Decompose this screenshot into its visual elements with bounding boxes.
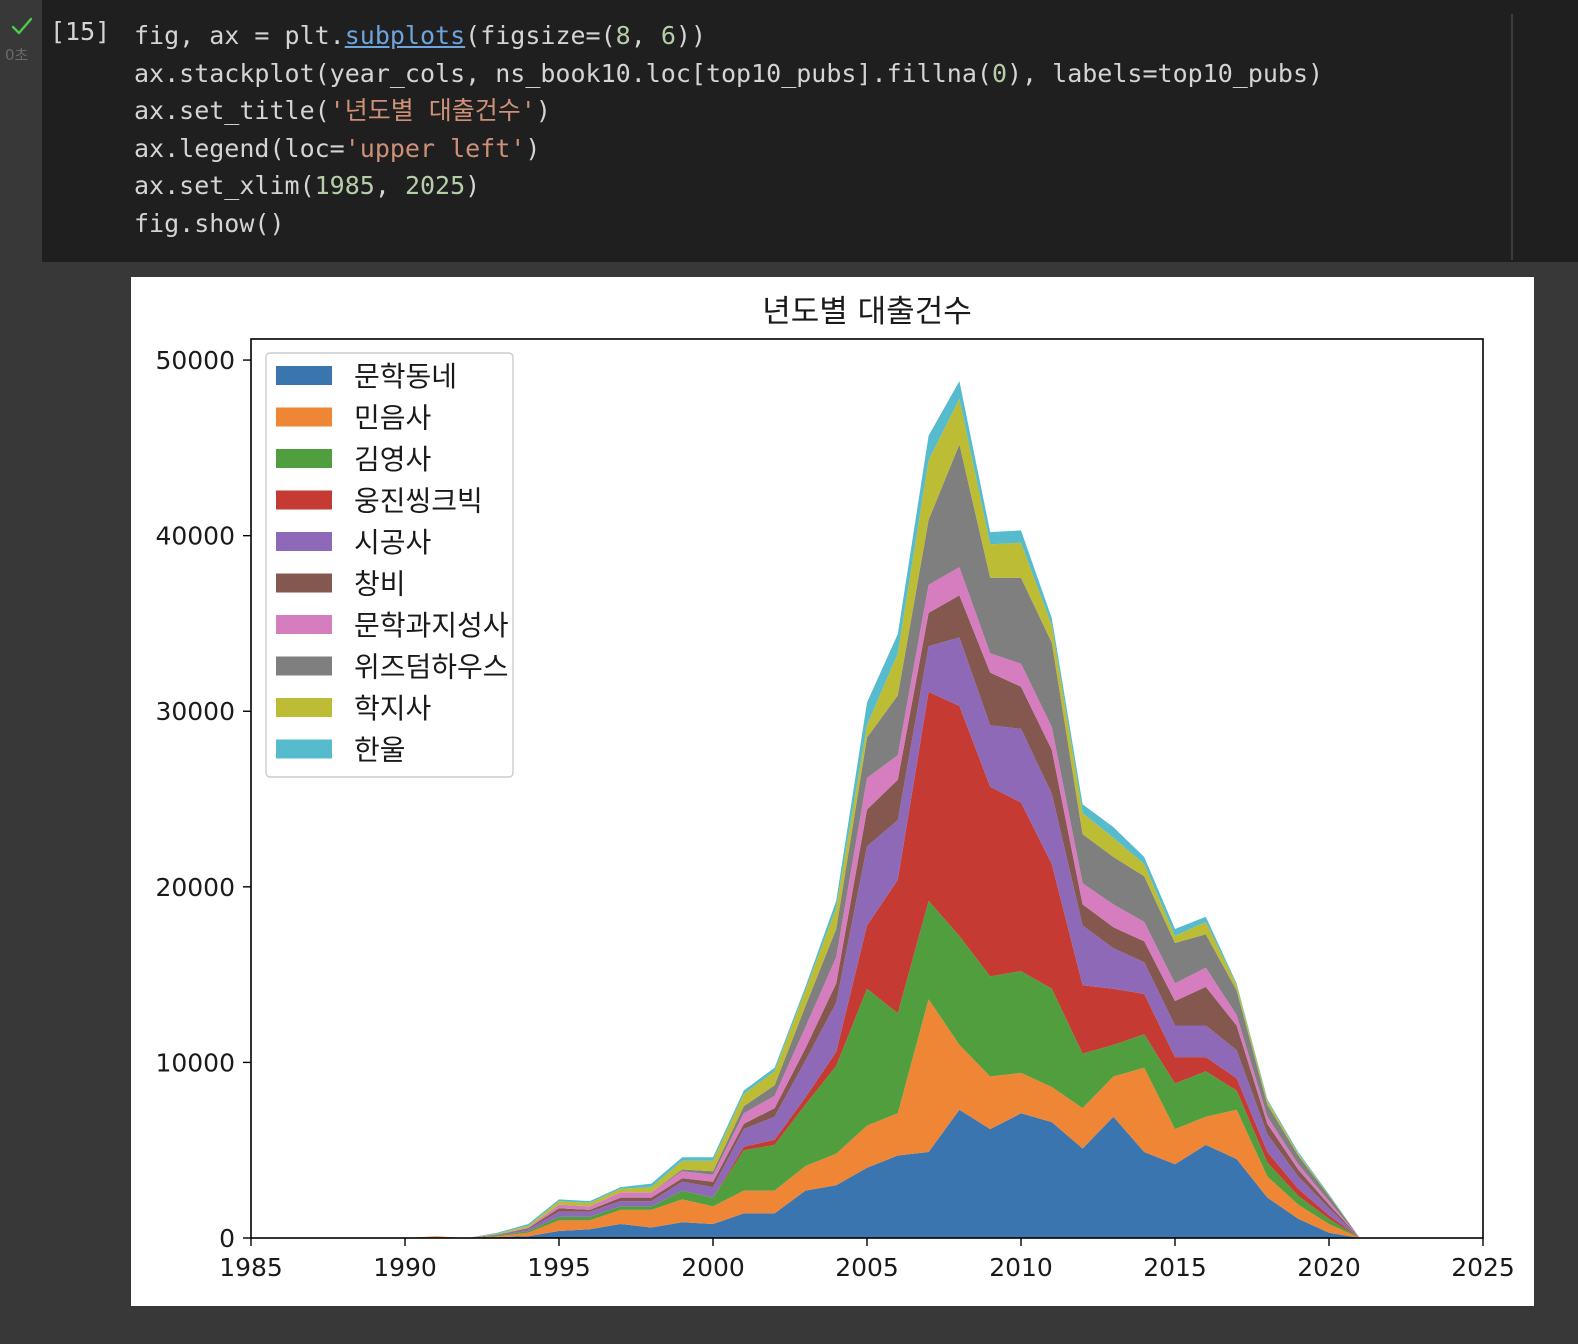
code-token: (figsize=( [465,21,616,50]
y-tick-label: 40000 [155,522,235,551]
y-tick-label: 30000 [155,697,235,726]
legend-label: 시공사 [354,526,431,559]
code-line: ax.legend(loc='upper left') [134,130,1323,168]
legend-swatch [276,490,332,510]
stackplot-chart: 1985 1990 1995 2000 2005 2010 2015 2020 2025 0 10… [155,294,1515,1282]
legend-swatch [276,615,332,634]
x-tick-label: 2025 [1451,1253,1515,1282]
code-token: ax.legend(loc= [134,133,345,163]
code-token: )) [675,21,706,50]
code-token: fig, ax = plt. [134,21,345,50]
legend-swatch [276,532,332,551]
x-tick-label: 2000 [681,1253,745,1282]
code-token: 6 [660,21,676,50]
y-tick-label: 20000 [155,873,235,902]
legend-label: 문학동네 [354,360,457,393]
execution-time: 0초 [5,46,29,64]
legend: 문학동네민음사김영사웅진씽크빅시공사창비문학과지성사위즈덤하우스학지사한울 [265,352,514,778]
legend-label: 창비 [354,568,406,601]
y-axis: 0 10000 20000 30000 40000 50000 [155,346,251,1253]
y-tick-label: 50000 [155,346,235,375]
code-token: ) [525,133,541,163]
code-token: ax.stackplot(year_cols, ns_book10.loc[to… [134,58,992,88]
code-token[interactable]: subplots [345,21,465,50]
code-line: ax.set_xlim(1985, 2025) [134,167,1323,205]
code-token: , [374,171,405,201]
code-token: ) [535,96,551,126]
legend-swatch [276,573,332,593]
legend-swatch [276,366,332,385]
code-token: 0 [991,58,1007,88]
code-token: 'upper left' [344,133,526,163]
code-token: 2025 [404,171,466,201]
y-tick-label: 0 [219,1224,235,1253]
x-tick-label: 2020 [1297,1253,1361,1282]
code-line: ax.stackplot(year_cols, ns_book10.loc[to… [134,55,1323,93]
x-tick-label: 1990 [373,1253,437,1282]
legend-label: 위즈덤하우스 [354,651,509,684]
legend-label: 문학과지성사 [354,609,509,642]
x-tick-label: 1995 [527,1253,591,1282]
code-token: fig.show() [134,208,285,238]
checkmark-icon [11,17,33,35]
legend-label: 김영사 [354,443,431,476]
x-tick-label: 2005 [835,1253,899,1282]
legend-label: 민음사 [354,402,431,435]
legend-swatch [276,407,332,427]
execution-count: [15] [50,17,111,46]
code-token: 8 [615,21,631,50]
x-tick-label: 2015 [1143,1253,1207,1282]
code-token: ax.set_xlim( [134,171,315,201]
code-token: ) [465,171,481,201]
legend-swatch [276,739,332,759]
legend-label: 한울 [354,734,406,767]
x-axis: 1985 1990 1995 2000 2005 2010 2015 2020 2025 [219,1238,1515,1282]
x-tick-label: 1985 [219,1253,283,1282]
code-token: , [630,21,661,50]
legend-swatch [276,656,332,676]
code-token: 1985 [314,171,375,201]
output-area: 1985 1990 1995 2000 2005 2010 2015 2020 2025 0 10… [131,277,1534,1306]
y-tick-label: 10000 [155,1048,235,1077]
code-line: ax.set_title('년도별 대출건수') [134,92,1323,130]
x-tick-label: 2010 [989,1253,1053,1282]
code-line: fig, ax = plt.subplots(figsize=(8, 6)) [134,17,1323,55]
legend-label: 웅진씽크빅 [354,485,483,518]
chart-title: 년도별 대출건수 [762,294,972,330]
code-token: ), labels=top10_pubs) [1007,58,1324,88]
code-token: ax.set_title( [134,96,330,126]
legend-swatch [276,449,332,468]
cell-divider [1511,14,1513,260]
legend-label: 학지사 [354,692,431,725]
code-line: fig.show() [134,205,1323,243]
code-token: '년도별 대출건수' [329,96,536,126]
cell-gutter: 0초 [0,0,42,270]
legend-swatch [276,698,332,717]
code-editor[interactable]: fig, ax = plt.subplots(figsize=(8, 6)) ax… [134,17,1323,243]
